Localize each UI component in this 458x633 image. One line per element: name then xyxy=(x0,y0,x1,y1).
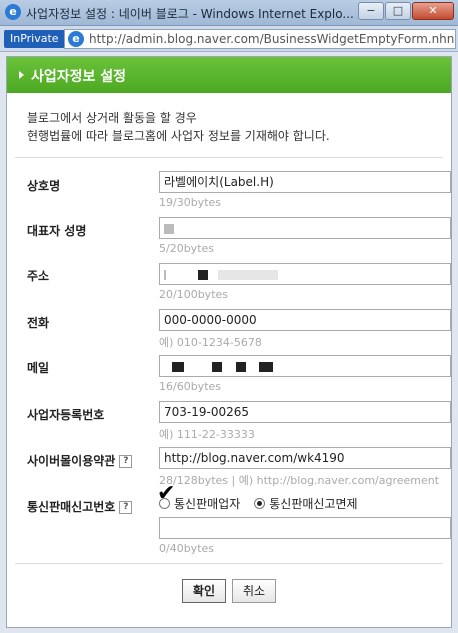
ie-page-icon: e xyxy=(68,31,84,47)
company-label: 상호명 xyxy=(27,179,61,193)
address-hint: 20/100bytes xyxy=(159,288,229,301)
window-controls: − □ ✕ xyxy=(358,2,454,20)
company-input[interactable]: 라벨에이치(Label.H) xyxy=(159,171,451,193)
dialog-page: 사업자정보 설정 블로그에서 상거래 활동을 할 경우 현행법률에 따라 블로그… xyxy=(6,56,452,628)
exempt-radio-label[interactable]: 통신판매신고면제 xyxy=(269,495,357,512)
company-hint: 19/30bytes xyxy=(159,196,222,209)
button-row: 확인 취소 xyxy=(7,579,451,603)
ceo-input[interactable] xyxy=(159,217,451,239)
help-icon[interactable]: ? xyxy=(119,501,133,514)
address-bar: InPrivate e http://admin.blog.naver.com/… xyxy=(0,26,458,52)
bizno-hint: 예) 111-22-33333 xyxy=(159,428,255,441)
address-label: 주소 xyxy=(27,269,50,283)
dialog-title: 사업자정보 설정 xyxy=(31,69,127,85)
phone-label: 전화 xyxy=(27,316,50,330)
divider xyxy=(15,563,443,564)
email-input[interactable] xyxy=(159,355,451,377)
bizno-input[interactable]: 703-19-00265 xyxy=(159,401,451,423)
email-hint: 16/60bytes xyxy=(159,380,222,393)
window-titlebar: e 사업자정보 설정 : 네이버 블로그 - Windows Internet … xyxy=(0,0,458,26)
phone-hint: 예) 010-1234-5678 xyxy=(159,336,262,349)
close-button[interactable]: ✕ xyxy=(412,2,454,20)
notice-line-2: 현행법률에 따라 블로그홈에 사업자 정보를 기재해야 합니다. xyxy=(27,129,330,143)
bizno-label: 사업자등록번호 xyxy=(27,408,105,422)
maximize-button[interactable]: □ xyxy=(385,2,411,20)
ecommerce-input[interactable] xyxy=(159,517,451,539)
ecommerce-radio-group: 통신판매업자 통신판매신고면제 xyxy=(159,495,358,512)
exempt-radio[interactable] xyxy=(254,498,266,509)
terms-hint: 28/128bytes | 예) http://blog.naver.com/a… xyxy=(159,474,440,487)
help-icon[interactable]: ? xyxy=(119,455,133,468)
email-label: 메일 xyxy=(27,361,50,375)
terms-label-text: 사이버몰이용약관 xyxy=(27,454,116,468)
cancel-button[interactable]: 취소 xyxy=(232,579,277,603)
divider xyxy=(15,157,443,158)
ecommerce-label: 통신판매신고번호? xyxy=(27,498,133,515)
url-field[interactable]: e http://admin.blog.naver.com/BusinessWi… xyxy=(64,29,456,49)
redacted-text xyxy=(235,361,246,372)
window-title: 사업자정보 설정 : 네이버 블로그 - Windows Internet Ex… xyxy=(26,7,354,21)
notice-text: 블로그에서 상거래 활동을 할 경우 현행법률에 따라 블로그홈에 사업자 정보… xyxy=(27,109,330,145)
redacted-text xyxy=(164,223,174,234)
redacted-text xyxy=(259,361,274,372)
ceo-label: 대표자 성명 xyxy=(27,224,87,238)
terms-input[interactable]: http://blog.naver.com/wk4190 xyxy=(159,447,451,469)
address-input[interactable] xyxy=(159,263,451,285)
redacted-text xyxy=(172,361,184,372)
redacted-text xyxy=(197,269,208,280)
triangle-marker-icon xyxy=(19,71,24,79)
terms-label: 사이버몰이용약관? xyxy=(27,452,133,469)
minimize-button[interactable]: − xyxy=(358,2,384,20)
inprivate-badge[interactable]: InPrivate xyxy=(4,30,65,48)
seller-radio-label[interactable]: 통신판매업자 xyxy=(174,495,240,512)
ceo-hint: 5/20bytes xyxy=(159,242,215,255)
seller-radio[interactable] xyxy=(159,498,170,509)
redacted-text xyxy=(164,269,166,280)
ecommerce-hint: 0/40bytes xyxy=(159,542,215,555)
ecommerce-label-text: 통신판매신고번호 xyxy=(27,500,116,514)
notice-line-1: 블로그에서 상거래 활동을 할 경우 xyxy=(27,111,197,125)
ie-icon: e xyxy=(5,4,21,20)
redacted-text xyxy=(217,269,278,280)
phone-input[interactable]: 000-0000-0000 xyxy=(159,309,451,331)
url-text: http://admin.blog.naver.com/BusinessWidg… xyxy=(89,32,455,46)
redacted-text xyxy=(211,361,222,372)
confirm-button[interactable]: 확인 xyxy=(181,579,226,603)
dialog-header: 사업자정보 설정 xyxy=(7,57,451,93)
